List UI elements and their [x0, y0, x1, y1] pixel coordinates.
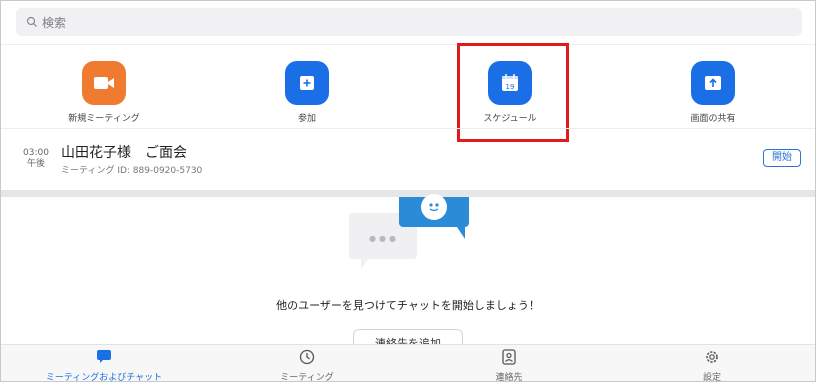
tab-meetings-and-chat[interactable]: ミーティングおよびチャット	[29, 349, 179, 382]
meeting-time-value: 03:00	[23, 148, 49, 158]
join-tile[interactable]	[285, 61, 329, 105]
search-input[interactable]: 検索	[16, 8, 802, 36]
share-screen-icon	[705, 76, 721, 90]
clock-icon	[299, 349, 315, 365]
tab-label: ミーティング	[280, 373, 334, 382]
new-meeting-tile[interactable]	[82, 61, 126, 105]
app-window: 検索 新規ミーティング 参加 19 スケジュール 画面の共有 03:00 午後 …	[0, 0, 816, 382]
search-icon	[26, 16, 37, 27]
tab-label: 連絡先	[495, 373, 523, 382]
video-camera-icon	[94, 77, 114, 89]
meeting-time: 03:00 午後	[23, 148, 49, 170]
share-screen-tile[interactable]	[691, 61, 735, 105]
meeting-title[interactable]: 山田花子様 ご面会	[61, 142, 187, 162]
join-button[interactable]: 参加	[247, 61, 367, 124]
contact-icon	[502, 349, 516, 365]
join-label: 参加	[297, 114, 316, 124]
tab-meetings[interactable]: ミーティング	[232, 349, 382, 382]
tab-settings[interactable]: 設定	[637, 349, 787, 382]
share-screen-button[interactable]: 画面の共有	[653, 61, 773, 124]
empty-chat-message: 他のユーザーを見つけてチャットを開始しましょう！	[276, 299, 540, 312]
smile-face-icon	[421, 194, 447, 220]
gear-icon	[706, 351, 718, 363]
tab-label: 設定	[702, 373, 721, 382]
ellipsis-icon: ●●●	[369, 234, 399, 243]
meeting-time-ampm: 午後	[26, 159, 45, 169]
new-meeting-button[interactable]: 新規ミーティング	[44, 61, 164, 124]
start-button[interactable]: 開始	[763, 149, 801, 167]
plus-icon	[300, 76, 314, 90]
divider	[1, 44, 815, 45]
tab-contacts[interactable]: 連絡先	[434, 349, 584, 382]
search-placeholder: 検索	[42, 16, 67, 30]
section-divider	[1, 190, 815, 197]
new-meeting-label: 新規ミーティング	[68, 114, 140, 124]
chat-bubble-icon	[97, 350, 111, 363]
bottom-tab-bar: ミーティングおよびチャット ミーティング 連絡先 設定	[1, 344, 815, 382]
share-screen-label: 画面の共有	[690, 114, 736, 124]
meeting-id: ミーティング ID: 889-0920-5730	[61, 166, 203, 176]
tab-label: ミーティングおよびチャット	[45, 373, 163, 382]
divider	[1, 128, 815, 129]
